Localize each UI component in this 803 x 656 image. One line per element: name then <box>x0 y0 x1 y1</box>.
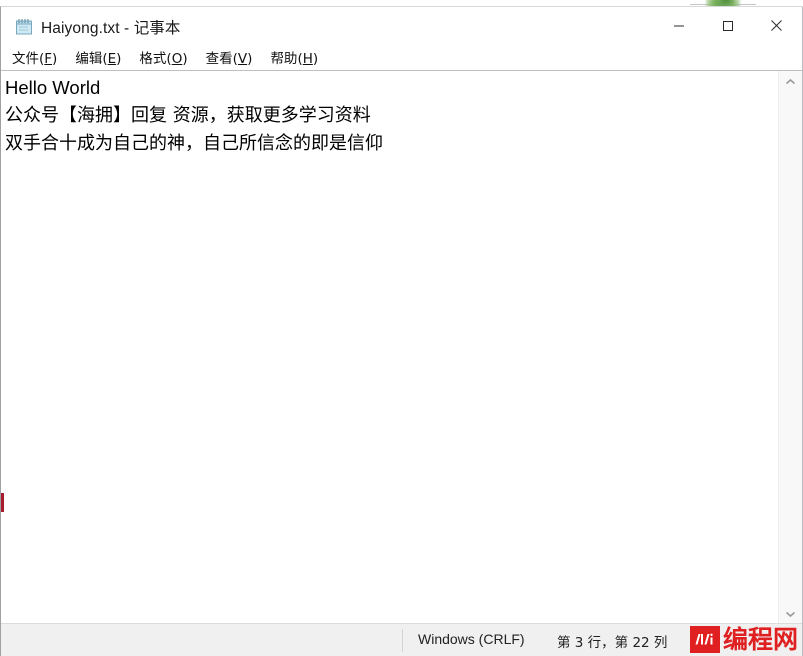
screen: Haiyong.txt - 记事本 文件(F) 编辑(E) 格式(O) 查看(V… <box>0 0 803 656</box>
watermark: 编程网 <box>689 624 798 654</box>
status-separator-1 <box>402 629 403 652</box>
editor-line-2: 公众号【海拥】回复 资源，获取更多学习资料 <box>5 105 371 126</box>
window-controls <box>654 7 801 44</box>
menu-item-view-label: 查看 <box>205 51 233 67</box>
menu-item-format-accel: O <box>171 51 183 67</box>
menu-item-edit-accel: E <box>107 51 117 67</box>
menu-item-help-label: 帮助 <box>270 51 298 67</box>
editor-line-1: Hello World <box>5 77 101 98</box>
maximize-button[interactable] <box>703 7 752 44</box>
menu-item-view[interactable]: 查看(V) <box>204 45 255 69</box>
menu-item-edit[interactable]: 编辑(E) <box>73 45 123 69</box>
window-title: Haiyong.txt - 记事本 <box>41 20 181 37</box>
notepad-icon <box>15 18 33 35</box>
editor-area: Hello World 公众号【海拥】回复 资源，获取更多学习资料 双手合十成为… <box>1 70 802 624</box>
scroll-up-icon <box>785 78 796 84</box>
maximize-icon <box>722 20 733 31</box>
vertical-scrollbar[interactable] <box>778 71 802 624</box>
title-bar[interactable]: Haiyong.txt - 记事本 <box>1 7 802 44</box>
menu-item-view-accel: V <box>237 51 248 67</box>
notepad-window: Haiyong.txt - 记事本 文件(F) 编辑(E) 格式(O) 查看(V… <box>0 6 803 656</box>
background-window-sliver <box>1 493 4 512</box>
scroll-down-icon <box>785 611 796 617</box>
menu-item-help[interactable]: 帮助(H) <box>268 45 320 69</box>
menu-bar: 文件(F) 编辑(E) 格式(O) 查看(V) 帮助(H) <box>1 44 802 70</box>
scroll-down-button[interactable] <box>779 603 802 624</box>
watermark-text: 编程网 <box>722 624 798 654</box>
status-caret-position[interactable]: 第 3 行，第 22 列 <box>557 631 667 651</box>
text-editor[interactable]: Hello World 公众号【海拥】回复 资源，获取更多学习资料 双手合十成为… <box>1 71 778 624</box>
watermark-badge-icon <box>689 625 720 653</box>
menu-item-file[interactable]: 文件(F) <box>10 45 59 69</box>
editor-line-3: 双手合十成为自己的神，自己所信念的即是信仰 <box>5 133 383 154</box>
menu-item-help-accel: H <box>302 51 313 67</box>
menu-item-file-accel: F <box>44 51 53 67</box>
minimize-icon <box>673 25 684 26</box>
close-button[interactable] <box>752 7 801 44</box>
menu-item-format-label: 格式 <box>139 51 167 67</box>
status-bar: Windows (CRLF) 第 3 行，第 22 列 编程网 <box>1 623 802 656</box>
minimize-button[interactable] <box>654 7 703 44</box>
close-icon <box>771 20 782 31</box>
status-line-ending[interactable]: Windows (CRLF) <box>418 631 525 647</box>
menu-item-file-label: 文件 <box>12 51 39 67</box>
scrollbar-track[interactable] <box>779 92 802 603</box>
menu-item-edit-label: 编辑 <box>75 51 103 67</box>
scroll-up-button[interactable] <box>779 71 802 92</box>
menu-item-format[interactable]: 格式(O) <box>137 45 189 69</box>
